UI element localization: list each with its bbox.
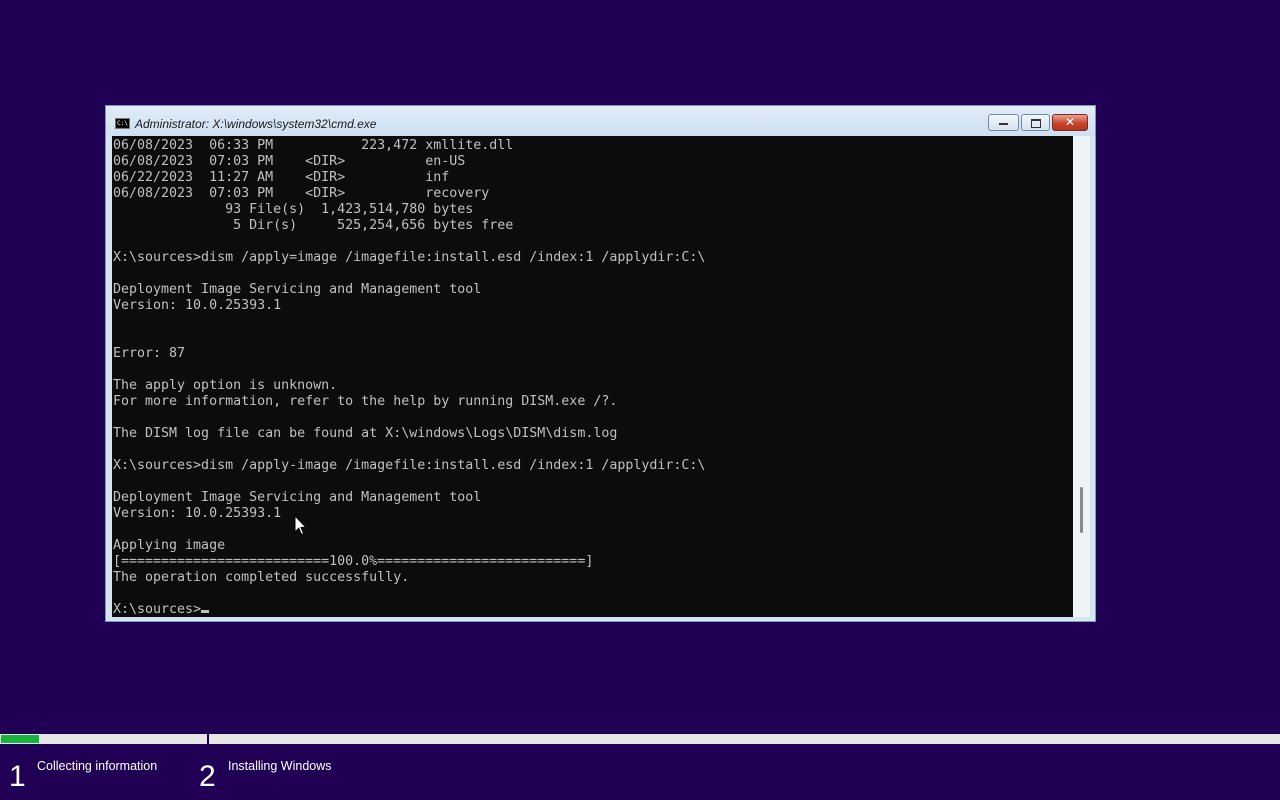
maximize-icon [1030, 118, 1041, 128]
console-line: X:\sources>dism /apply-image /imagefile:… [113, 458, 706, 473]
minimize-icon [999, 123, 1008, 125]
console-line: [==========================100.0%=======… [113, 554, 594, 569]
console-line: 93 File(s) 1,423,514,780 bytes [225, 202, 474, 217]
close-button[interactable]: ✕ [1052, 114, 1088, 131]
cmd-icon: C:\ [115, 118, 130, 129]
console-output-area[interactable]: 06/08/2023 06:33 PM 223,472 xmllite.dll … [112, 136, 1073, 617]
console-line: 06/22/2023 11:27 AM <DIR> inf [113, 170, 450, 185]
console-line: Version: 10.0.25393.1 [113, 506, 282, 521]
console-prompt: X:\sources> [113, 602, 202, 617]
console-line: 06/08/2023 06:33 PM 223,472 xmllite.dll [113, 138, 514, 153]
console-lines: 06/08/2023 06:33 PM 223,472 xmllite.dll … [113, 138, 705, 585]
step-label: Installing Windows [228, 759, 332, 773]
console-line: Applying image [113, 538, 226, 553]
console-line: X:\sources>dism /apply=image /imagefile:… [113, 250, 706, 265]
console-line: Error: 87 [113, 346, 186, 361]
console-line: The apply option is unknown. [113, 378, 338, 393]
minimize-button[interactable] [988, 114, 1019, 131]
setup-progress-bar [0, 734, 1280, 744]
command-prompt-window[interactable]: C:\ Administrator: X:\windows\system32\c… [105, 105, 1096, 622]
console-line: Deployment Image Servicing and Managemen… [113, 282, 482, 297]
progress-step-divider [207, 734, 209, 744]
console-line: 06/08/2023 07:03 PM <DIR> en-US [113, 154, 466, 169]
console-line: The operation completed successfully. [113, 570, 410, 585]
console-line: Deployment Image Servicing and Managemen… [113, 490, 482, 505]
step-number: 1 [9, 760, 26, 793]
scrollbar-thumb[interactable] [1080, 487, 1083, 533]
console-line: Version: 10.0.25393.1 [113, 298, 282, 313]
console-line: For more information, refer to the help … [113, 394, 618, 409]
title-bar[interactable]: C:\ Administrator: X:\windows\system32\c… [106, 106, 1095, 136]
step-number: 2 [199, 760, 216, 793]
console-text: 06/08/2023 06:33 PM 223,472 xmllite.dll … [112, 136, 1073, 617]
console-line: 5 Dir(s) 525,254,656 bytes free [233, 218, 514, 233]
console-line: The DISM log file can be found at X:\win… [113, 426, 618, 441]
close-icon: ✕ [1064, 115, 1076, 129]
vertical-scrollbar[interactable] [1073, 136, 1090, 617]
setup-background: C:\ Administrator: X:\windows\system32\c… [0, 0, 1280, 800]
window-title: Administrator: X:\windows\system32\cmd.e… [135, 117, 377, 131]
step-label: Collecting information [37, 759, 158, 773]
text-cursor [201, 610, 210, 613]
mouse-pointer-icon [294, 515, 307, 536]
maximize-button[interactable] [1021, 114, 1050, 131]
setup-progress-fill [1, 735, 39, 743]
console-line: 06/08/2023 07:03 PM <DIR> recovery [113, 186, 490, 201]
